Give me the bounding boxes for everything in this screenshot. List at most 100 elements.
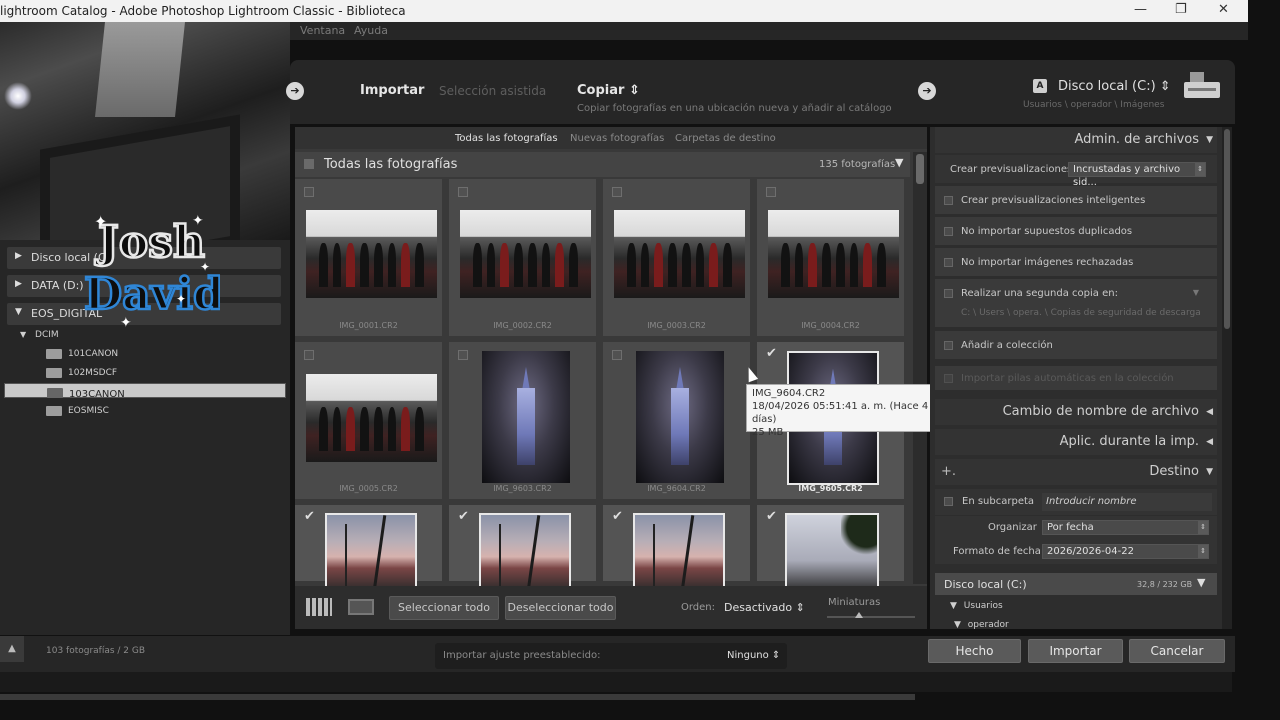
import-mode-label[interactable]: Importar bbox=[360, 83, 424, 98]
checkbox[interactable] bbox=[944, 227, 953, 236]
folder-icon bbox=[46, 406, 62, 416]
photo-thumbnail[interactable] bbox=[306, 374, 437, 462]
photo-thumbnail[interactable] bbox=[325, 513, 417, 593]
deselect-all-button[interactable]: Deseleccionar todo bbox=[505, 596, 616, 620]
grid-scrollbar[interactable] bbox=[913, 152, 927, 584]
checkmark-icon[interactable]: ✔ bbox=[766, 347, 777, 360]
select-all-checkbox[interactable] bbox=[304, 159, 314, 169]
photo-thumbnail[interactable] bbox=[768, 210, 899, 298]
photo-thumbnail[interactable] bbox=[479, 513, 571, 593]
folder-101canon[interactable]: 101CANON bbox=[4, 345, 286, 363]
photo-cell[interactable]: IMG_0001.CR2 bbox=[295, 179, 445, 339]
thumbnail-size-slider[interactable] bbox=[827, 616, 915, 618]
dropdown-arrow-icon[interactable]: ▼ bbox=[1193, 288, 1199, 297]
photo-thumbnail[interactable] bbox=[460, 210, 591, 298]
section-file-handling[interactable]: Admin. de archivos ▼ bbox=[935, 127, 1217, 153]
folder-103canon[interactable]: 103CANON bbox=[4, 383, 286, 400]
photo-cell[interactable]: IMG_9603.CR2 bbox=[449, 342, 599, 502]
checkbox[interactable] bbox=[944, 497, 953, 506]
assisted-selection-label[interactable]: Selección asistida bbox=[439, 84, 546, 98]
photo-thumbnail[interactable] bbox=[636, 351, 724, 483]
photo-thumbnail[interactable] bbox=[482, 351, 570, 483]
minimize-button[interactable]: — bbox=[1134, 2, 1147, 17]
preset-select[interactable]: Ninguno ⇕ bbox=[727, 650, 780, 661]
select-all-button[interactable]: Seleccionar todo bbox=[389, 596, 499, 620]
photo-cell[interactable]: ✔ bbox=[603, 505, 753, 593]
checkmark-icon[interactable]: ✔ bbox=[458, 510, 469, 523]
loupe-view-icon[interactable] bbox=[348, 599, 374, 615]
previews-select[interactable]: Incrustadas y archivo sid... ⇕ bbox=[1068, 162, 1206, 188]
option-second-copy[interactable]: Realizar una segunda copia en: ▼ C: \ Us… bbox=[935, 279, 1217, 327]
photo-thumbnail[interactable] bbox=[633, 513, 725, 593]
date-format-select[interactable]: 2026/2026-04-22 ⇕ bbox=[1042, 544, 1209, 559]
grid-menu-arrow-icon[interactable]: ▼ bbox=[895, 156, 903, 169]
photo-cell[interactable]: ✔ bbox=[757, 505, 907, 593]
photo-thumbnail[interactable] bbox=[614, 210, 745, 298]
option-no-rejected[interactable]: No importar imágenes rechazadas bbox=[935, 248, 1217, 276]
checkbox[interactable] bbox=[458, 350, 468, 360]
svg-text:✦: ✦ bbox=[120, 315, 132, 330]
checkbox[interactable] bbox=[944, 289, 953, 298]
photo-cell[interactable]: ✔ bbox=[449, 505, 599, 593]
close-window-button[interactable]: ✕ bbox=[1218, 2, 1229, 17]
option-smart-previews[interactable]: Crear previsualizaciones inteligentes bbox=[935, 186, 1217, 214]
destination-drive-label[interactable]: Disco local (C:) ⇕ bbox=[1058, 79, 1171, 94]
scrollbar-thumb[interactable] bbox=[916, 154, 924, 184]
filmstrip-scrollbar[interactable] bbox=[0, 694, 915, 700]
checkbox[interactable] bbox=[612, 350, 622, 360]
checkbox[interactable] bbox=[304, 187, 314, 197]
done-button[interactable]: Hecho bbox=[928, 639, 1021, 663]
section-apply-during-import[interactable]: Aplic. durante la imp. ◀ bbox=[935, 429, 1217, 455]
slider-handle-icon[interactable] bbox=[855, 612, 863, 618]
dcim-folder[interactable]: ▼ DCIM bbox=[20, 330, 59, 340]
photo-cell[interactable]: IMG_9604.CR2 bbox=[603, 342, 753, 502]
section-file-renaming[interactable]: Cambio de nombre de archivo ◀ bbox=[935, 399, 1217, 425]
photo-cell[interactable]: IMG_0003.CR2 bbox=[603, 179, 753, 339]
photo-cell[interactable]: IMG_0002.CR2 bbox=[449, 179, 599, 339]
destination-arrow-icon[interactable]: ➔ bbox=[918, 82, 936, 100]
tree-operator[interactable]: ▼ operador bbox=[954, 620, 1009, 629]
option-add-to-collection[interactable]: Añadir a colección bbox=[935, 331, 1217, 359]
checkbox[interactable] bbox=[944, 196, 953, 205]
menu-ayuda[interactable]: Ayuda bbox=[354, 24, 388, 37]
order-select[interactable]: Desactivado ⇕ bbox=[724, 601, 805, 614]
folder-eosmisc[interactable]: EOSMISC bbox=[4, 402, 286, 420]
checkbox[interactable] bbox=[944, 341, 953, 350]
destination-disk-row[interactable]: Disco local (C:) 32,8 / 232 GB ▼ bbox=[935, 573, 1217, 595]
source-arrow-icon[interactable]: ➔ bbox=[286, 82, 304, 100]
folder-102msdcf[interactable]: 102MSDCF bbox=[4, 364, 286, 382]
section-destination[interactable]: +. Destino ▼ bbox=[935, 459, 1217, 485]
checkmark-icon[interactable]: ✔ bbox=[612, 510, 623, 523]
add-folder-icon[interactable]: +. bbox=[941, 459, 956, 485]
cancel-button[interactable]: Cancelar bbox=[1129, 639, 1225, 663]
checkbox[interactable] bbox=[458, 187, 468, 197]
collapse-up-icon[interactable]: ▲ bbox=[0, 636, 24, 662]
checkbox[interactable] bbox=[766, 187, 776, 197]
option-no-duplicates[interactable]: No importar supuestos duplicados bbox=[935, 217, 1217, 245]
copy-mode-label[interactable]: Copiar ⇕ bbox=[577, 83, 640, 98]
grid-view-icon[interactable] bbox=[306, 598, 332, 616]
photo-thumbnail[interactable] bbox=[785, 513, 879, 593]
dcim-label: DCIM bbox=[35, 330, 59, 340]
right-panel-scrollbar[interactable] bbox=[1222, 127, 1232, 629]
checkmark-icon[interactable]: ✔ bbox=[766, 510, 777, 523]
import-button[interactable]: Importar bbox=[1028, 639, 1123, 663]
photo-cell[interactable]: IMG_0005.CR2 bbox=[295, 342, 445, 502]
disk-menu-arrow-icon[interactable]: ▼ bbox=[1197, 576, 1205, 589]
scrollbar-thumb[interactable] bbox=[1224, 129, 1230, 329]
tree-users[interactable]: ▼ Usuarios bbox=[950, 601, 1003, 611]
tab-all-photos[interactable]: Todas las fotografías bbox=[455, 133, 558, 144]
checkbox[interactable] bbox=[612, 187, 622, 197]
checkbox[interactable] bbox=[304, 350, 314, 360]
tab-new-photos[interactable]: Nuevas fotografías bbox=[570, 133, 664, 144]
checkbox[interactable] bbox=[944, 258, 953, 267]
organize-select[interactable]: Por fecha ⇕ bbox=[1042, 520, 1209, 535]
menu-ventana[interactable]: Ventana bbox=[300, 24, 345, 37]
subfolder-name-input[interactable]: Introducir nombre bbox=[1042, 493, 1212, 511]
photo-cell[interactable]: ✔ bbox=[295, 505, 445, 593]
tab-destination-folders[interactable]: Carpetas de destino bbox=[675, 133, 776, 144]
maximize-button[interactable]: ❐ bbox=[1175, 2, 1187, 17]
checkmark-icon[interactable]: ✔ bbox=[304, 510, 315, 523]
photo-cell[interactable]: IMG_0004.CR2 bbox=[757, 179, 907, 339]
photo-thumbnail[interactable] bbox=[306, 210, 437, 298]
